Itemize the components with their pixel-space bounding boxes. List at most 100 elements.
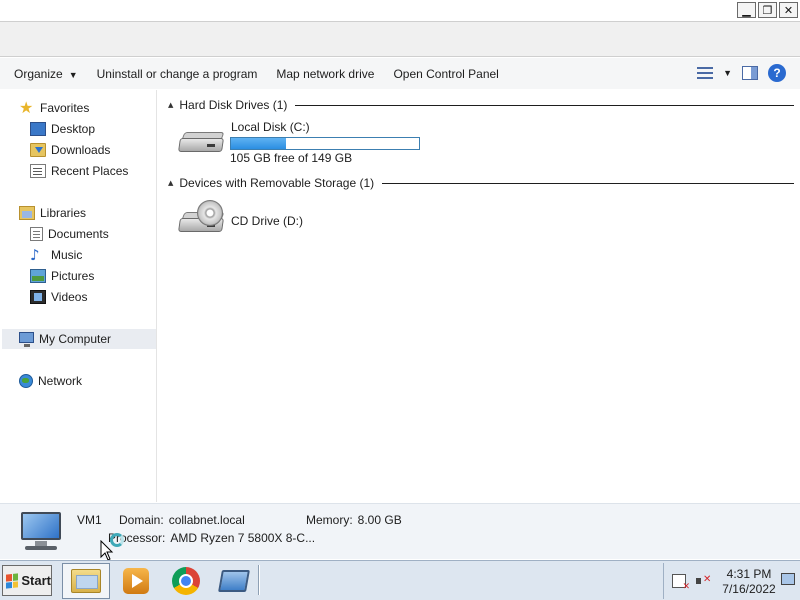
group-title: Hard Disk Drives (1) [179, 98, 288, 112]
organize-label: Organize [14, 66, 63, 81]
media-player-icon [123, 568, 149, 594]
sidebar-item-desktop[interactable]: Desktop [30, 119, 95, 139]
network-disconnected-icon[interactable] [672, 574, 690, 592]
sidebar-item-label: Music [51, 248, 83, 262]
system-tray: 4:31 PM 7/16/2022 [663, 563, 798, 599]
organize-button[interactable]: Organize ▼ [14, 67, 78, 81]
windows-explorer-icon [71, 569, 101, 593]
pictures-icon [30, 269, 46, 283]
view-controls: ▼ ? [697, 64, 786, 82]
domain-info: Domain: collabnet.local [119, 513, 245, 527]
restore-button[interactable]: ❐ [758, 2, 777, 18]
sidebar-item-libraries[interactable]: Libraries [19, 203, 86, 223]
libraries-icon [19, 206, 35, 220]
content-pane: ▲ Hard Disk Drives (1) Local Disk (C:) 1… [160, 90, 800, 502]
capacity-bar [230, 137, 420, 150]
computer-icon [19, 332, 34, 347]
cd-drive-icon [177, 200, 227, 244]
sidebar-item-label: My Computer [39, 332, 112, 346]
collapse-triangle-icon: ▲ [168, 101, 174, 109]
processor-value: AMD Ryzen 7 5800X 8-C... [170, 531, 316, 545]
navigation-pane: ★ Favorites Desktop Downloads Recent Pla… [0, 90, 157, 502]
group-title: Devices with Removable Storage (1) [179, 176, 375, 190]
minimize-button[interactable]: ▁ [737, 2, 756, 18]
group-divider [295, 104, 794, 106]
hard-drive-icon [177, 120, 227, 164]
removable-storage-group-header[interactable]: ▲ Devices with Removable Storage (1) [168, 175, 794, 191]
sidebar-item-favorites[interactable]: ★ Favorites [19, 98, 89, 118]
open-control-panel-button[interactable]: Open Control Panel [393, 67, 498, 81]
sidebar-item-documents[interactable]: Documents [30, 224, 109, 244]
sidebar-item-downloads[interactable]: Downloads [30, 140, 110, 160]
remote-desktop-icon [218, 570, 250, 592]
title-bar: ▁ ❐ ✕ [0, 0, 800, 20]
sidebar-item-pictures[interactable]: Pictures [30, 266, 94, 286]
sidebar-item-label: Videos [51, 290, 88, 304]
close-button[interactable]: ✕ [779, 2, 798, 18]
computer-icon [17, 510, 65, 554]
start-button[interactable]: Start [2, 565, 52, 596]
sidebar-item-music[interactable]: ♪ Music [30, 245, 82, 265]
details-pane: VM1 Domain: collabnet.local Memory: 8.00 G… [0, 503, 800, 559]
sidebar-item-label: Favorites [40, 101, 90, 115]
sidebar-item-label: Documents [48, 227, 109, 241]
windows-logo-icon [6, 572, 19, 589]
sidebar-item-recent-places[interactable]: Recent Places [30, 161, 128, 181]
clock[interactable]: 4:31 PM 7/16/2022 [719, 567, 779, 597]
drive-free-space: 105 GB free of 149 GB [230, 151, 353, 165]
command-bar: Organize ▼ Uninstall or change a program … [0, 58, 800, 89]
sidebar-item-label: Network [38, 374, 83, 388]
uninstall-program-button[interactable]: Uninstall or change a program [97, 67, 258, 81]
volume-muted-icon[interactable] [696, 574, 711, 588]
sidebar-item-my-computer[interactable]: My Computer [2, 329, 156, 349]
memory-value: 8.00 GB [357, 513, 402, 527]
help-icon[interactable]: ? [768, 64, 786, 82]
change-view-icon[interactable] [697, 66, 714, 80]
document-icon [30, 227, 43, 241]
address-bar[interactable] [0, 21, 800, 57]
sidebar-item-label: Pictures [51, 269, 95, 283]
show-desktop-icon[interactable] [781, 573, 795, 585]
music-icon: ♪ [30, 246, 40, 264]
memory-info: Memory: 8.00 GB [306, 513, 402, 527]
busy-spinner-icon [110, 533, 124, 547]
computer-name: VM1 [77, 513, 102, 527]
clock-date: 7/16/2022 [722, 582, 776, 596]
drive-name: Local Disk (C:) [231, 120, 310, 134]
sidebar-item-label: Downloads [51, 143, 111, 157]
star-icon: ★ [19, 98, 34, 117]
clock-time: 4:31 PM [726, 567, 772, 581]
sidebar-item-label: Recent Places [51, 164, 129, 178]
taskbar-separator [258, 565, 260, 595]
collapse-triangle-icon: ▲ [168, 179, 174, 187]
hard-disk-group-header[interactable]: ▲ Hard Disk Drives (1) [168, 97, 794, 113]
taskbar: Start 4:31 PM 7/16/2022 [0, 560, 800, 600]
preview-pane-icon[interactable] [742, 66, 758, 80]
processor-info: Processor: AMD Ryzen 7 5800X 8-C... [108, 531, 315, 545]
taskbar-chrome-button[interactable] [162, 563, 210, 599]
chevron-down-icon: ▼ [68, 69, 78, 80]
video-icon [30, 290, 46, 304]
memory-label: Memory: [306, 513, 353, 527]
map-network-drive-button[interactable]: Map network drive [276, 67, 374, 81]
taskbar-explorer-button[interactable] [62, 563, 110, 599]
drive-name: CD Drive (D:) [231, 214, 303, 228]
desktop-icon [30, 122, 46, 136]
capacity-bar-fill [231, 138, 287, 149]
window-controls: ▁ ❐ ✕ [737, 2, 798, 18]
start-label: Start [21, 573, 51, 588]
view-options-chevron-icon[interactable]: ▼ [723, 68, 732, 78]
taskbar-media-player-button[interactable] [112, 563, 160, 599]
group-divider [382, 182, 794, 184]
sidebar-item-label: Desktop [51, 122, 96, 136]
domain-value: collabnet.local [168, 513, 245, 527]
taskbar-remote-desktop-button[interactable] [210, 563, 258, 599]
sidebar-item-network[interactable]: Network [19, 371, 82, 391]
chrome-icon [172, 567, 200, 595]
sidebar-item-videos[interactable]: Videos [30, 287, 87, 307]
downloads-folder-icon [30, 143, 46, 157]
domain-label: Domain: [119, 513, 164, 527]
network-icon [19, 374, 33, 388]
sidebar-item-label: Libraries [40, 206, 87, 220]
recent-places-icon [30, 164, 46, 178]
